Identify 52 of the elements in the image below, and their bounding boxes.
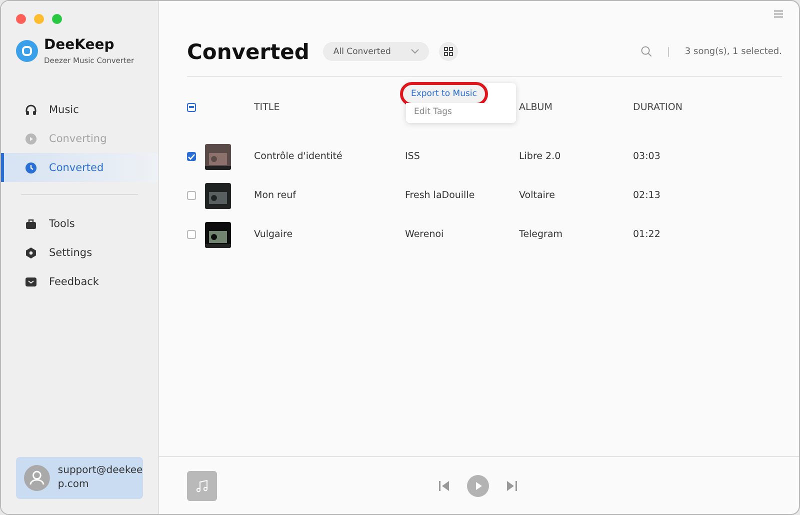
filter-dropdown[interactable]: All Converted [323,42,430,61]
column-header: ALBUM [519,102,554,112]
settings-icon [25,246,37,258]
album-cell-text: Libre 2.0 [519,151,562,162]
avatar-icon [24,464,50,492]
sidebar-item[interactable]: Settings [1,238,158,267]
duration-cell-text: 03:03 [633,151,662,162]
menu-item[interactable]: Export to Music [403,85,485,103]
zoom-window-button[interactable] [52,14,62,24]
select-all-checkbox[interactable] [187,102,196,112]
menu-icon[interactable] [774,10,783,18]
close-window-button[interactable] [16,14,26,24]
row-checkbox[interactable] [187,191,196,200]
artist-cell-text: Fresh laDouille [405,190,476,201]
artist-cell-text: ISS [405,151,421,162]
duration-cell-text: 01:22 [633,229,662,240]
app-name: DeeKeep [44,37,116,53]
chevron-icon [411,49,420,54]
sidebar-item[interactable]: Music [1,95,158,124]
row-checkbox[interactable] [187,230,196,239]
grid-icon [444,47,454,56]
album-cell-text: Telegram [519,229,564,240]
search-icon[interactable] [640,46,652,57]
song-count: 3 song(s), 1 selected. [684,46,782,56]
title-cell-text: Contrôle d'identité [254,151,344,162]
account-card[interactable]: support@deekeep.com [16,457,143,499]
play-button[interactable] [467,474,489,496]
account-email: support@deekeep.com [58,464,143,492]
menu-item[interactable]: Edit Tags [406,103,516,121]
sidebar-item[interactable]: Converted [1,153,158,182]
music-note-icon [195,478,209,492]
album-cell-text: Voltaire [519,190,556,201]
headphones-icon [25,104,37,116]
artist-cell-text: Werenoi [405,229,445,240]
grid-button[interactable] [439,42,458,61]
column-header: TITLE [254,102,281,112]
next-icon[interactable] [507,480,517,490]
title-cell-text: Mon reuf [254,190,298,201]
previous-icon[interactable] [439,480,449,490]
duration-cell-text: 02:13 [633,190,662,201]
converting-icon [25,132,37,144]
title-cell-text: Vulgaire [254,229,294,240]
clock-icon [25,162,37,174]
row-checkbox[interactable] [187,152,196,161]
column-header: DURATION [633,102,684,112]
feedback-icon [25,276,37,288]
sidebar-item[interactable]: Tools [1,209,158,238]
toolbox-icon [25,218,37,230]
sidebar-item[interactable]: Feedback [1,267,158,296]
app-logo [16,40,38,62]
page-title: Converted [187,40,310,64]
minimize-window-button[interactable] [34,14,44,24]
